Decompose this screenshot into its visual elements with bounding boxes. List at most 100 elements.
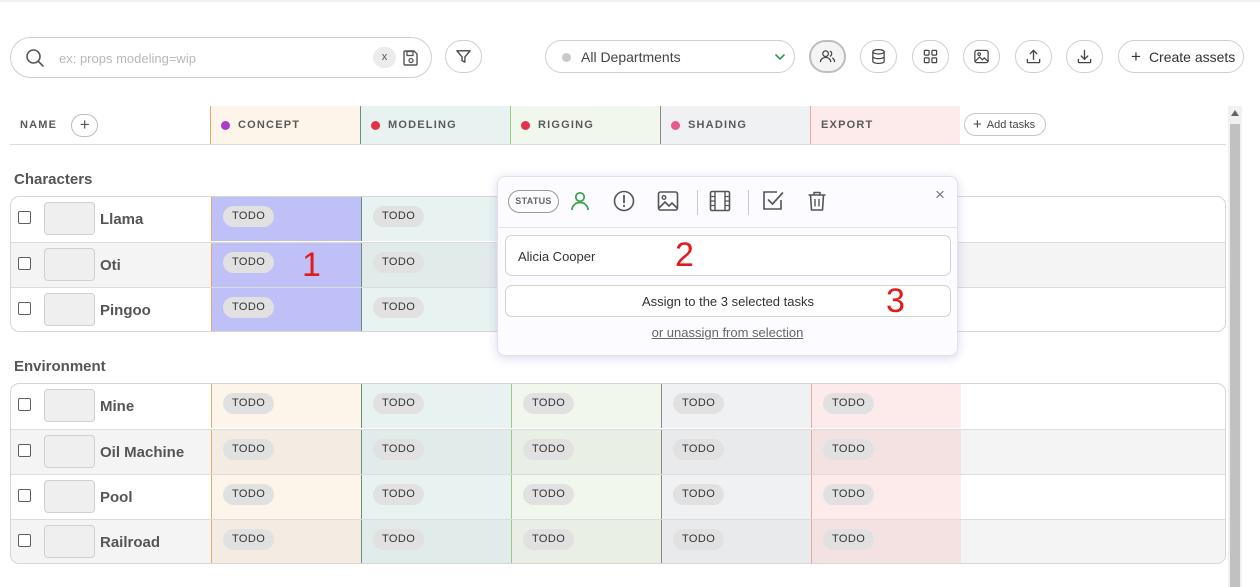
- status-badge[interactable]: TODO: [373, 529, 425, 550]
- status-badge[interactable]: TODO: [523, 393, 575, 414]
- thumbnail[interactable]: [44, 202, 95, 235]
- entity-name[interactable]: Llama: [100, 211, 143, 228]
- scrollbar-thumb[interactable]: [1230, 124, 1240, 587]
- row-checkbox[interactable]: [18, 489, 31, 502]
- search-input[interactable]: [59, 47, 349, 69]
- people-button[interactable]: [809, 40, 846, 73]
- thumbnail[interactable]: [44, 435, 95, 468]
- grid-view-button[interactable]: [912, 40, 949, 73]
- row-checkbox[interactable]: [18, 444, 31, 457]
- entity-name[interactable]: Pingoo: [100, 302, 151, 319]
- status-badge[interactable]: TODO: [673, 439, 725, 460]
- status-badge[interactable]: TODO: [223, 206, 275, 227]
- task-cell-modeling[interactable]: TODO: [361, 197, 511, 241]
- status-badge[interactable]: TODO: [673, 393, 725, 414]
- entity-name[interactable]: Mine: [100, 398, 134, 415]
- task-cell-rigging[interactable]: TODO: [511, 475, 661, 519]
- status-badge[interactable]: TODO: [223, 393, 275, 414]
- task-cell-modeling[interactable]: TODO: [361, 475, 511, 519]
- status-badge[interactable]: TODO: [373, 484, 425, 505]
- column-header-modeling[interactable]: MODELING: [360, 106, 510, 144]
- save-search-icon[interactable]: [402, 49, 420, 67]
- task-cell-shading[interactable]: TODO: [661, 475, 811, 519]
- search-bar[interactable]: x: [10, 37, 432, 78]
- task-cell-modeling[interactable]: TODO: [361, 430, 511, 474]
- row-checkbox[interactable]: [18, 398, 31, 411]
- status-badge[interactable]: TODO: [673, 484, 725, 505]
- status-badge[interactable]: TODO: [373, 206, 425, 227]
- status-badge[interactable]: TODO: [823, 529, 875, 550]
- task-cell-export[interactable]: TODO: [811, 520, 961, 563]
- task-cell-concept[interactable]: TODO: [211, 430, 361, 474]
- checkbox-icon[interactable]: [761, 189, 785, 213]
- status-badge[interactable]: TODO: [523, 439, 575, 460]
- status-badge[interactable]: TODO: [373, 297, 425, 318]
- task-cell-concept[interactable]: TODO: [211, 197, 361, 241]
- task-cell-rigging[interactable]: TODO: [511, 430, 661, 474]
- row-checkbox[interactable]: [18, 211, 31, 224]
- status-badge[interactable]: TODO: [373, 252, 425, 273]
- task-cell-concept[interactable]: TODO: [211, 520, 361, 563]
- task-cell-concept[interactable]: TODO: [211, 288, 361, 331]
- task-cell-modeling[interactable]: TODO: [361, 288, 511, 331]
- task-cell-rigging[interactable]: TODO: [511, 384, 661, 428]
- add-tasks-button[interactable]: + Add tasks: [964, 113, 1046, 136]
- status-badge[interactable]: TODO: [523, 484, 575, 505]
- task-cell-shading[interactable]: TODO: [661, 430, 811, 474]
- task-cell-concept[interactable]: TODO: [211, 243, 361, 287]
- scroll-up-arrow-icon[interactable]: [1231, 110, 1239, 116]
- thumbnail[interactable]: [44, 525, 95, 558]
- department-select[interactable]: All Departments: [545, 40, 795, 73]
- task-cell-export[interactable]: TODO: [811, 475, 961, 519]
- person-icon[interactable]: [568, 189, 592, 213]
- task-cell-concept[interactable]: TODO: [211, 384, 361, 428]
- status-badge[interactable]: TODO: [523, 529, 575, 550]
- status-badge[interactable]: TODO: [823, 439, 875, 460]
- column-header-concept[interactable]: CONCEPT: [210, 106, 360, 144]
- clear-search-button[interactable]: x: [373, 47, 396, 68]
- unassign-link[interactable]: or unassign from selection: [498, 325, 957, 340]
- status-badge[interactable]: TODO: [223, 297, 275, 318]
- status-badge[interactable]: TODO: [223, 529, 275, 550]
- column-header-shading[interactable]: SHADING: [660, 106, 810, 144]
- status-badge[interactable]: TODO: [223, 484, 275, 505]
- entity-name[interactable]: Oti: [100, 257, 121, 274]
- status-badge[interactable]: TODO: [373, 393, 425, 414]
- task-cell-concept[interactable]: TODO: [211, 475, 361, 519]
- task-cell-modeling[interactable]: TODO: [361, 384, 511, 428]
- thumbnail[interactable]: [44, 389, 95, 422]
- thumbnail[interactable]: [44, 480, 95, 513]
- close-icon[interactable]: ×: [935, 185, 945, 205]
- image-button[interactable]: [963, 40, 1000, 73]
- database-button[interactable]: [860, 40, 897, 73]
- entity-name[interactable]: Pool: [100, 489, 133, 506]
- task-cell-export[interactable]: TODO: [811, 384, 961, 428]
- add-column-button[interactable]: +: [71, 113, 99, 137]
- person-field[interactable]: Alicia Cooper: [505, 235, 951, 276]
- thumbnail[interactable]: [44, 248, 95, 281]
- row-checkbox[interactable]: [18, 302, 31, 315]
- status-badge[interactable]: TODO: [373, 439, 425, 460]
- row-checkbox[interactable]: [18, 534, 31, 547]
- thumbnail[interactable]: [44, 293, 95, 326]
- image-icon[interactable]: [656, 189, 680, 213]
- download-button[interactable]: [1066, 40, 1103, 73]
- upload-button[interactable]: [1015, 40, 1052, 73]
- status-badge[interactable]: TODO: [223, 439, 275, 460]
- row-checkbox[interactable]: [18, 257, 31, 270]
- status-badge[interactable]: TODO: [223, 252, 275, 273]
- column-header-export[interactable]: EXPORT: [810, 106, 960, 144]
- task-cell-modeling[interactable]: TODO: [361, 520, 511, 563]
- task-cell-export[interactable]: TODO: [811, 430, 961, 474]
- task-cell-shading[interactable]: TODO: [661, 520, 811, 563]
- trash-icon[interactable]: [805, 189, 829, 213]
- column-header-rigging[interactable]: RIGGING: [510, 106, 660, 144]
- entity-name[interactable]: Railroad: [100, 534, 160, 551]
- create-assets-button[interactable]: + Create assets: [1118, 40, 1244, 73]
- status-badge[interactable]: TODO: [823, 484, 875, 505]
- priority-icon[interactable]: [612, 189, 636, 213]
- status-badge[interactable]: TODO: [673, 529, 725, 550]
- status-badge[interactable]: TODO: [823, 393, 875, 414]
- assign-button[interactable]: Assign to the 3 selected tasks: [505, 285, 951, 317]
- entity-name[interactable]: Oil Machine: [100, 444, 184, 461]
